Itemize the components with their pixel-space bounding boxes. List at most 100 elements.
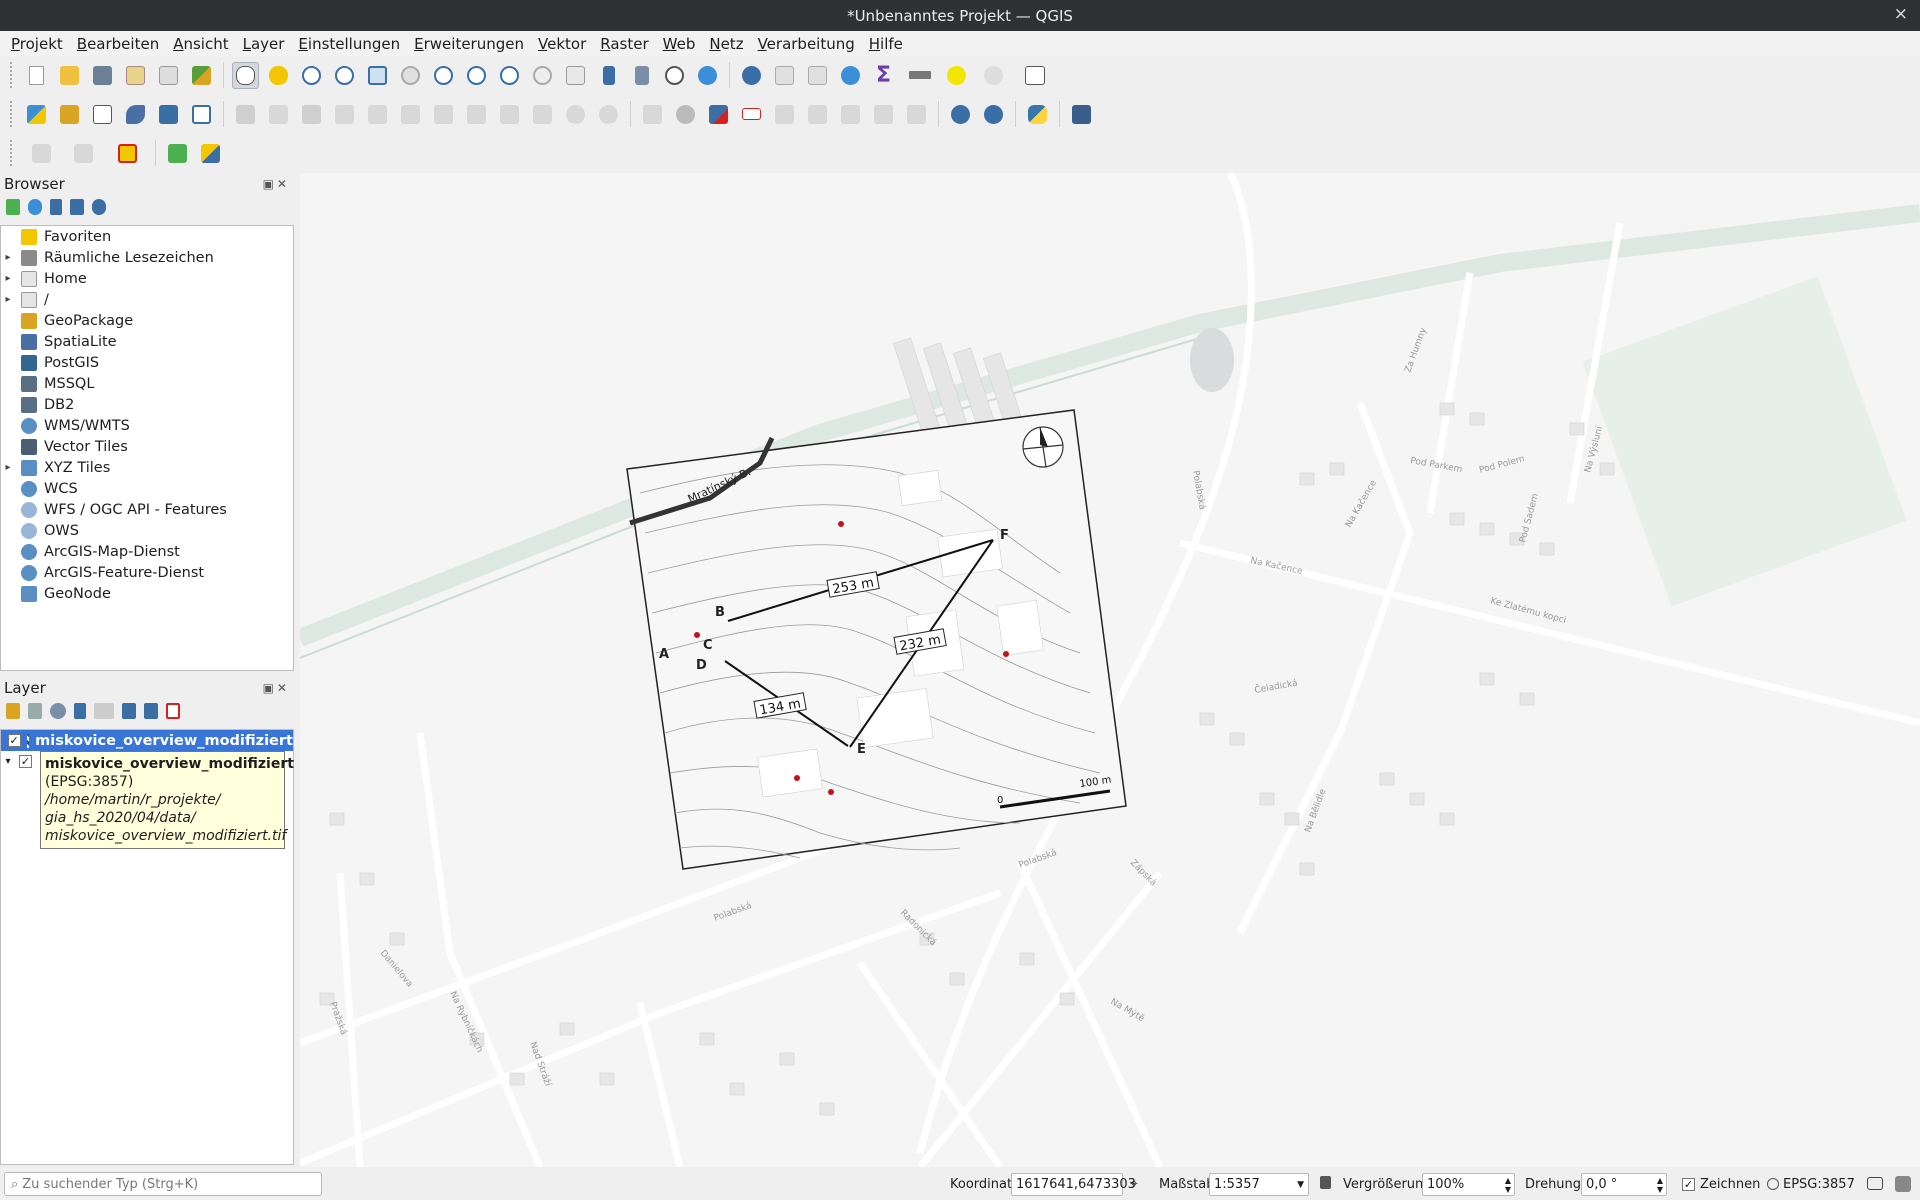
zoom-native-button[interactable] — [463, 62, 490, 89]
panel-float-close-icon[interactable]: ▣✕ — [263, 681, 290, 695]
menu-ansicht[interactable]: Ansicht — [166, 35, 235, 53]
expand-arrow-icon[interactable]: ▸ — [1, 273, 15, 284]
zoom-next-button[interactable] — [529, 62, 556, 89]
metasearch-results-button[interactable] — [980, 101, 1007, 128]
statistics-button[interactable]: Σ — [870, 62, 897, 89]
save-project-button[interactable] — [89, 62, 116, 89]
render-checkbox[interactable]: ✓ — [1682, 1178, 1695, 1191]
browser-item[interactable]: SpatiaLite — [1, 331, 293, 352]
spinner-icon[interactable]: ▲ ▼ — [1505, 1176, 1511, 1194]
style-manager-button[interactable] — [188, 62, 215, 89]
browser-item[interactable]: OWS — [1, 520, 293, 541]
remove-layer-icon[interactable] — [166, 703, 180, 719]
layer-visibility-checkbox[interactable]: ✓ — [7, 734, 21, 747]
menu-hilfe[interactable]: Hilfe — [862, 35, 910, 53]
text-annotation-button[interactable] — [1016, 62, 1054, 89]
collapse-all-icon[interactable] — [70, 199, 84, 215]
move-label-button[interactable] — [837, 101, 864, 128]
deselect-features-button[interactable] — [107, 140, 147, 167]
scale-combobox[interactable]: 1:5357 ▼ — [1209, 1173, 1309, 1196]
new-virtual-layer-button[interactable] — [155, 101, 182, 128]
digitize-button[interactable] — [331, 101, 358, 128]
new-bookmark-button[interactable] — [595, 62, 622, 89]
processing-toolbox-button[interactable] — [837, 62, 864, 89]
add-selected-layers-icon[interactable] — [6, 199, 20, 215]
locator-button[interactable] — [164, 140, 191, 167]
browser-item[interactable]: GeoPackage — [1, 310, 293, 331]
menu-einstellungen[interactable]: Einstellungen — [291, 35, 407, 53]
new-temporary-layer-button[interactable] — [188, 101, 215, 128]
manage-visibility-icon[interactable] — [50, 703, 66, 719]
browser-item[interactable]: ▸ / — [1, 289, 293, 310]
new-print-layout-button[interactable] — [122, 62, 149, 89]
map-tips-button[interactable] — [943, 62, 970, 89]
menu-vektor[interactable]: Vektor — [531, 35, 593, 53]
menu-bearbeiten[interactable]: Bearbeiten — [70, 35, 166, 53]
filter-icon[interactable] — [50, 199, 62, 215]
current-edits-button[interactable] — [232, 101, 259, 128]
lock-icon[interactable] — [1320, 1176, 1331, 1189]
crs-status[interactable]: EPSG:3857 — [1783, 1177, 1855, 1192]
locator-search-input[interactable]: ⌕ Zu suchender Typ (Strg+K) — [4, 1172, 322, 1196]
browser-item[interactable]: WFS / OGC API - Features — [1, 499, 293, 520]
filter-legend-icon[interactable] — [74, 703, 86, 719]
label-tool-button[interactable] — [639, 101, 666, 128]
zoom-out-button[interactable] — [331, 62, 358, 89]
pin-labels-button[interactable] — [672, 101, 699, 128]
menu-verarbeitung[interactable]: Verarbeitung — [751, 35, 862, 53]
cut-features-button[interactable] — [463, 101, 490, 128]
layout-manager-button[interactable] — [155, 62, 182, 89]
browser-item[interactable]: ▸ XYZ Tiles — [1, 457, 293, 478]
pan-map-button[interactable] — [232, 61, 259, 89]
expand-icon[interactable]: ▾ — [1, 756, 15, 767]
menu-layer[interactable]: Layer — [236, 35, 292, 53]
zoom-last-button[interactable] — [496, 62, 523, 89]
select-by-value-button[interactable] — [65, 140, 101, 167]
new-geopackage-layer-button[interactable] — [56, 101, 83, 128]
notification-icon[interactable] — [1895, 1176, 1911, 1192]
data-source-manager-button[interactable] — [23, 101, 50, 128]
toolbar-grip[interactable] — [10, 140, 14, 166]
rotate-label-button[interactable] — [870, 101, 897, 128]
menu-projekt[interactable]: Projekt — [4, 35, 70, 53]
collapse-all-icon[interactable] — [144, 703, 158, 719]
redo-button[interactable] — [595, 101, 622, 128]
refresh-icon[interactable] — [28, 199, 42, 215]
zoom-to-layer-button[interactable] — [430, 62, 457, 89]
metasearch-button[interactable] — [947, 101, 974, 128]
expand-arrow-icon[interactable]: ▸ — [1, 462, 15, 473]
field-calculator-button[interactable] — [804, 62, 831, 89]
browser-item[interactable]: DB2 — [1, 394, 293, 415]
new-project-button[interactable] — [23, 62, 50, 89]
browser-item[interactable]: ▸ Home — [1, 268, 293, 289]
expand-arrow-icon[interactable]: ▸ — [1, 294, 15, 305]
browser-item[interactable]: GeoNode — [1, 583, 293, 604]
new-shapefile-layer-button[interactable] — [89, 101, 116, 128]
layer-styling-icon[interactable] — [6, 703, 20, 719]
browser-item[interactable]: WMS/WMTS — [1, 415, 293, 436]
save-edits-button[interactable] — [298, 101, 325, 128]
delete-selected-button[interactable] — [430, 101, 457, 128]
expand-arrow-icon[interactable]: ▸ — [1, 252, 15, 263]
browser-item[interactable]: ▸ Räumliche Lesezeichen — [1, 247, 293, 268]
browser-item[interactable]: WCS — [1, 478, 293, 499]
zoom-in-button[interactable] — [298, 62, 325, 89]
messages-icon[interactable] — [1867, 1177, 1883, 1190]
layer-row[interactable]: ✓ miskovice_overview_modifiziert — [1, 730, 293, 751]
copy-features-button[interactable] — [496, 101, 523, 128]
toggle-editing-button[interactable] — [265, 101, 292, 128]
show-hide-labels-button[interactable] — [804, 101, 831, 128]
help-button[interactable] — [1068, 101, 1095, 128]
browser-item[interactable]: ArcGIS-Map-Dienst — [1, 541, 293, 562]
measure-button[interactable] — [903, 62, 937, 89]
browser-item[interactable]: ArcGIS-Feature-Dienst — [1, 562, 293, 583]
show-bookmarks-button[interactable] — [628, 62, 655, 89]
add-group-icon[interactable] — [28, 703, 42, 719]
expand-all-icon[interactable] — [122, 703, 136, 719]
undo-button[interactable] — [562, 101, 589, 128]
toolbar-grip[interactable] — [10, 101, 14, 127]
close-icon[interactable]: × — [1894, 4, 1908, 24]
change-label-button[interactable] — [903, 101, 930, 128]
browser-item[interactable]: Favoriten — [1, 226, 293, 247]
new-spatialite-layer-button[interactable] — [122, 101, 149, 128]
